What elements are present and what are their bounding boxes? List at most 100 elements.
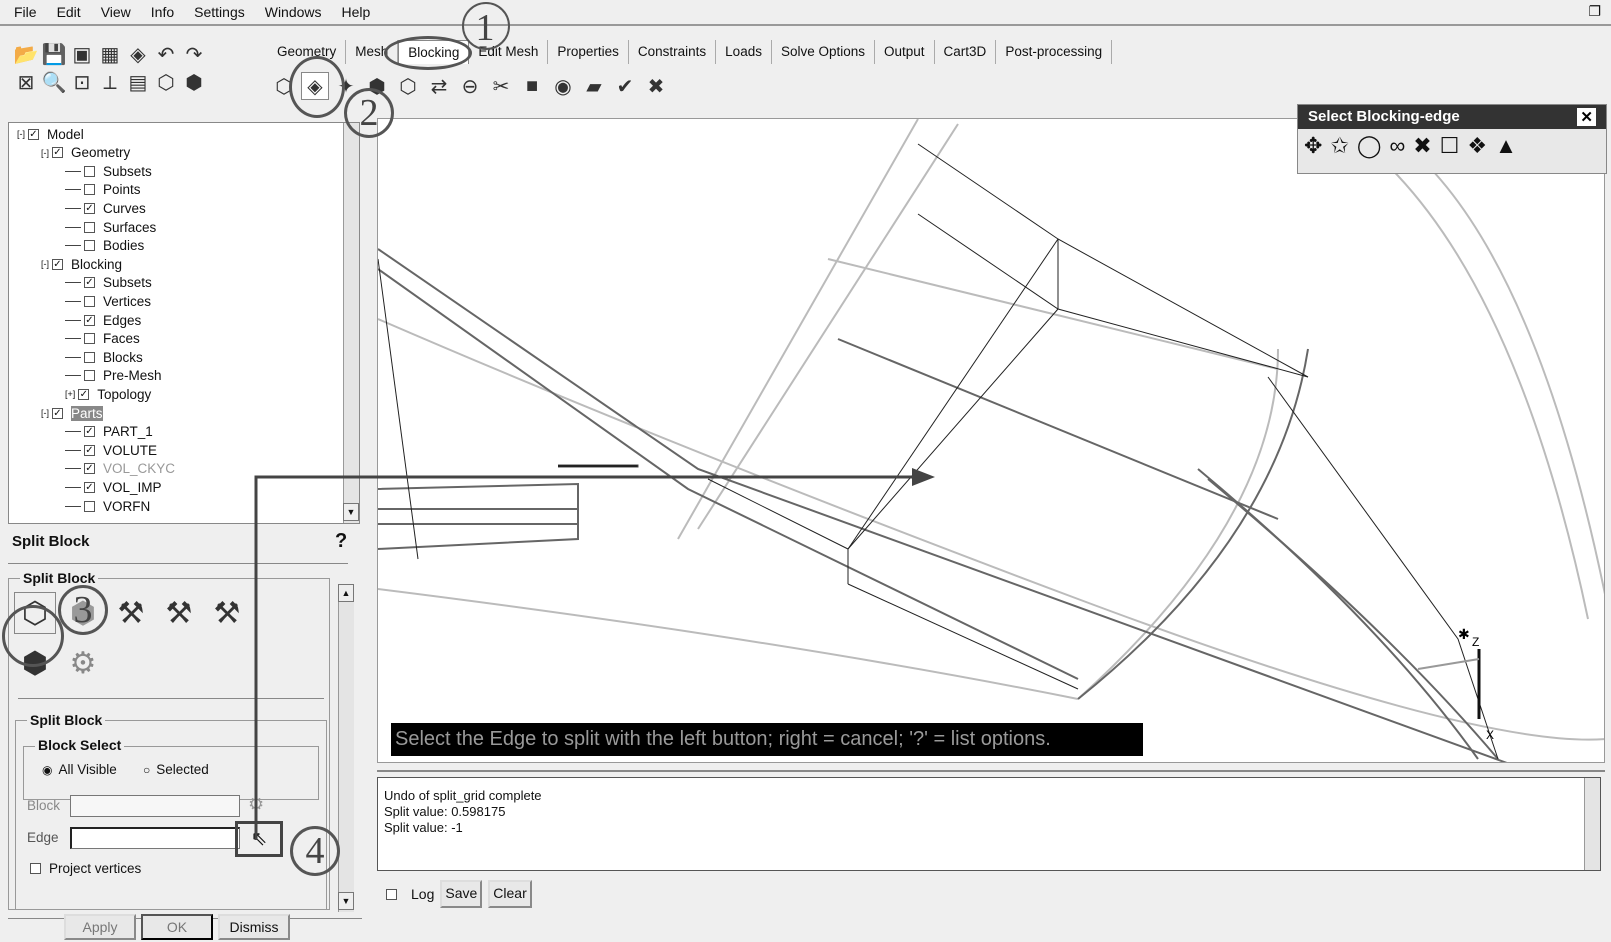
expand-toggle[interactable]: [-] — [41, 259, 49, 269]
tab-solve-options[interactable]: Solve Options — [772, 40, 876, 64]
tree-item[interactable]: Surfaces — [65, 218, 156, 236]
tree-item[interactable]: Bodies — [65, 237, 144, 255]
load-blocking-icon[interactable]: ◈ — [124, 40, 152, 68]
visible-select-icon[interactable]: ∞ — [1390, 133, 1406, 159]
ok-button[interactable]: OK — [141, 914, 213, 940]
tree-item[interactable]: Faces — [65, 330, 140, 348]
split-vertex-icon[interactable]: ⚒ — [206, 592, 248, 634]
transform-blocks-icon[interactable]: ⊖ — [456, 72, 484, 100]
pre-mesh-smooth-icon[interactable]: ▰ — [580, 72, 608, 100]
save-log-button[interactable]: Save — [440, 880, 483, 908]
block-input[interactable] — [70, 795, 240, 817]
tree-checkbox[interactable]: ✓ — [52, 407, 63, 419]
tree-item[interactable]: [-] ✓ Parts — [41, 404, 103, 422]
undo-icon[interactable]: ↶ — [152, 40, 180, 68]
lcs-icon[interactable]: ⟂ — [96, 69, 124, 97]
tree-item[interactable]: VORFN — [65, 497, 150, 515]
clear-log-button[interactable]: Clear — [488, 880, 532, 908]
wireframe-icon[interactable]: ⬡ — [152, 68, 180, 96]
menu-file[interactable]: File — [14, 4, 37, 20]
deselect-icon[interactable]: ✖ — [1413, 133, 1431, 159]
select-items-icon[interactable]: ✥ — [1304, 133, 1322, 159]
redo-icon[interactable]: ↷ — [180, 40, 208, 68]
tree-checkbox[interactable]: ✓ — [28, 128, 39, 140]
pre-mesh-quality-icon[interactable]: ◉ — [549, 72, 577, 100]
project-vertices-checkbox[interactable]: Project vertices — [30, 861, 141, 876]
polygon-select-icon[interactable]: ✩ — [1330, 133, 1348, 159]
expand-toggle[interactable]: [-] — [17, 129, 25, 139]
tree-item[interactable]: ✓ VOL_IMP — [65, 478, 162, 496]
tree-checkbox[interactable] — [84, 333, 95, 345]
menu-info[interactable]: Info — [151, 4, 174, 20]
tab-loads[interactable]: Loads — [716, 40, 772, 64]
apply-button[interactable]: Apply — [64, 914, 136, 940]
tree-item[interactable]: Vertices — [65, 292, 151, 310]
tab-properties[interactable]: Properties — [548, 40, 629, 64]
select-edge-cursor-icon[interactable]: ⇖ — [235, 821, 283, 857]
refresh-icon[interactable]: ▤ — [124, 68, 152, 96]
toggle-box-select-icon[interactable]: ☐ — [1440, 133, 1460, 159]
select-block-icon[interactable]: ⚙ — [248, 794, 264, 815]
tab-post-processing[interactable]: Post-processing — [996, 40, 1113, 64]
tree-checkbox[interactable] — [84, 184, 95, 196]
tree-checkbox[interactable]: ✓ — [84, 314, 95, 326]
tree-item[interactable]: [-] ✓ Model — [17, 125, 84, 143]
tree-item[interactable]: ✓ Edges — [65, 311, 141, 329]
load-geometry-icon[interactable]: ▣ — [68, 40, 96, 68]
tree-checkbox[interactable]: ✓ — [52, 258, 63, 270]
tree-checkbox[interactable]: ✓ — [52, 147, 63, 159]
tab-output[interactable]: Output — [875, 40, 935, 64]
tree-item[interactable]: ✓ Curves — [65, 199, 146, 217]
tree-item[interactable]: Blocks — [65, 348, 143, 366]
menu-settings[interactable]: Settings — [194, 4, 245, 20]
expand-toggle[interactable]: [-] — [41, 408, 49, 418]
tree-checkbox[interactable]: ✓ — [78, 388, 90, 400]
save-icon[interactable]: 💾 — [40, 40, 68, 68]
menu-help[interactable]: Help — [342, 4, 371, 20]
tree-item[interactable]: [+] ✓ Topology — [65, 385, 151, 403]
tree-checkbox[interactable] — [84, 370, 95, 382]
ogrid-icon[interactable]: ⚒ — [158, 592, 200, 634]
tree-item[interactable]: Subsets — [65, 162, 152, 180]
radio-selected[interactable]: ○ Selected — [143, 762, 209, 777]
expand-toggle[interactable]: [+] — [65, 389, 75, 399]
block-checks-icon[interactable]: ✔ — [611, 72, 639, 100]
tree-scroll-down[interactable]: ▼ — [343, 503, 359, 521]
solid-icon[interactable]: ⬢ — [180, 68, 208, 96]
fit-window-icon[interactable]: ⊠ — [12, 68, 40, 96]
open-icon[interactable]: 📂 — [12, 40, 40, 68]
graphics-viewport[interactable]: ✱ Z X Select the Edge to split with the … — [377, 118, 1605, 763]
menu-view[interactable]: View — [101, 4, 131, 20]
tree-scrollbar[interactable] — [343, 123, 359, 523]
delete-block-icon[interactable]: ✖ — [642, 72, 670, 100]
tree-item[interactable]: ✓ PART_1 — [65, 423, 153, 441]
log-scrollbar[interactable] — [1584, 778, 1600, 870]
tree-checkbox[interactable] — [84, 500, 95, 512]
tree-checkbox[interactable]: ✓ — [84, 202, 95, 214]
measure-icon[interactable]: ⊡ — [68, 68, 96, 96]
expand-toggle[interactable]: [-] — [41, 148, 49, 158]
tree-checkbox[interactable] — [84, 240, 95, 252]
split-free-block-icon[interactable]: ⚙ — [62, 642, 104, 684]
edge-input[interactable] — [70, 827, 240, 849]
pre-mesh-params-icon[interactable]: ■ — [518, 72, 546, 100]
panel-scroll-down[interactable]: ▼ — [338, 892, 354, 910]
tree-item[interactable]: Points — [65, 181, 141, 199]
load-mesh-icon[interactable]: ▦ — [96, 40, 124, 68]
radio-all-visible[interactable]: ◉ All Visible — [42, 762, 117, 777]
select-all-icon[interactable]: ▲ — [1495, 133, 1517, 159]
log-checkbox[interactable] — [386, 888, 397, 900]
tree-checkbox[interactable] — [84, 351, 95, 363]
menu-edit[interactable]: Edit — [57, 4, 81, 20]
panel-scroll-up[interactable]: ▲ — [338, 584, 354, 602]
tree-checkbox[interactable]: ✓ — [84, 426, 95, 438]
help-icon[interactable]: ? — [335, 530, 347, 553]
tree-checkbox[interactable] — [84, 295, 95, 307]
tree-item[interactable]: Pre-Mesh — [65, 367, 162, 385]
zoom-icon[interactable]: 🔍 — [40, 68, 68, 96]
associate-icon[interactable]: ⬡ — [394, 72, 422, 100]
circle-select-icon[interactable]: ◯ — [1357, 133, 1382, 159]
tree-checkbox[interactable]: ✓ — [84, 481, 95, 493]
select-by-part-icon[interactable]: ❖ — [1467, 133, 1487, 159]
restore-icon[interactable]: ❐ — [1588, 3, 1601, 20]
